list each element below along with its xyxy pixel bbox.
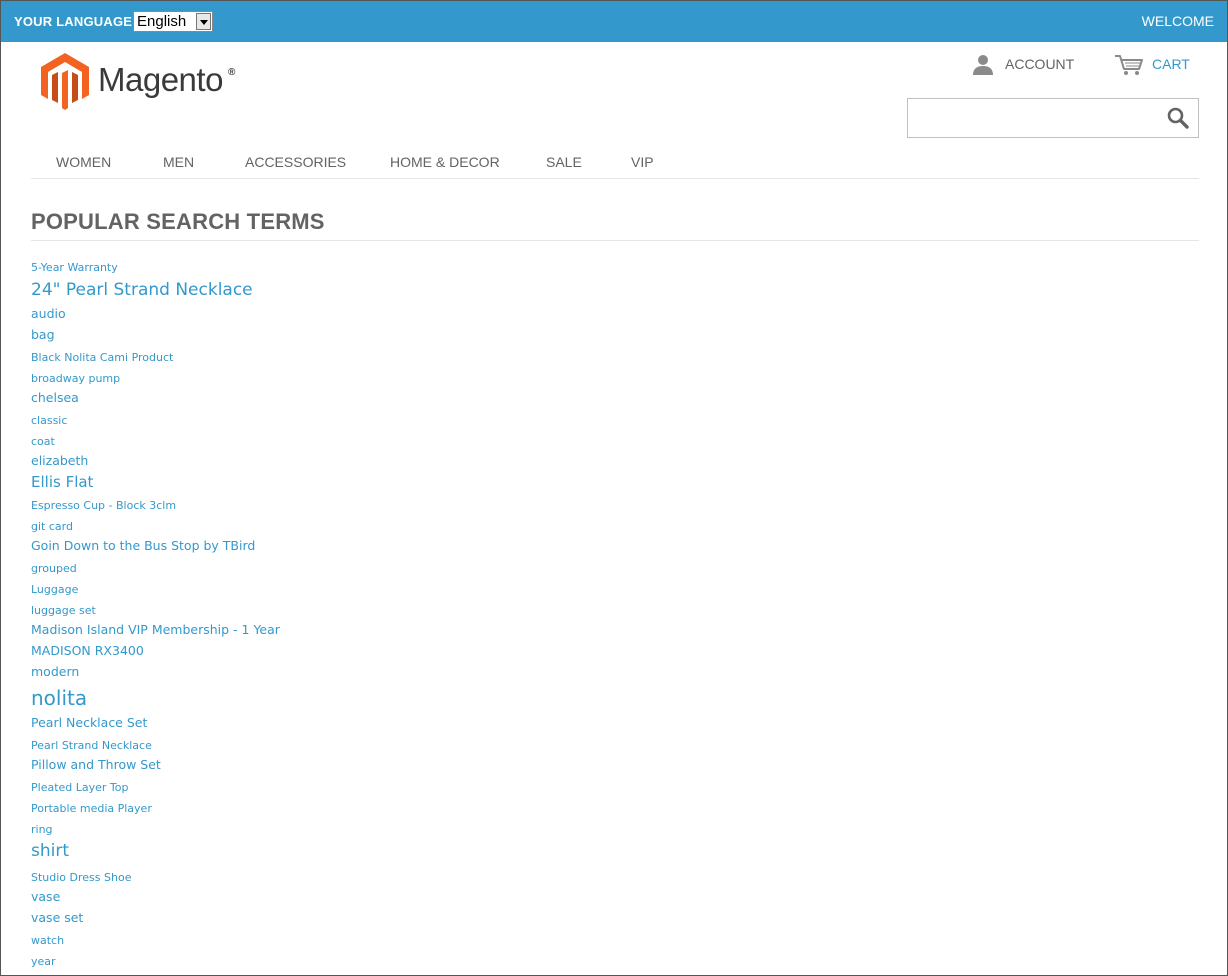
search-term-link[interactable]: git card — [31, 521, 73, 532]
search-magnifier-icon[interactable] — [1166, 106, 1190, 130]
search-term-link[interactable]: shirt — [31, 843, 69, 860]
search-term-link[interactable]: broadway pump — [31, 373, 120, 384]
search-term-link[interactable]: elizabeth — [31, 454, 88, 468]
page-frame: YOUR LANGUAGE: English WELCOME Magento ®… — [0, 0, 1228, 976]
search-box — [907, 98, 1199, 138]
search-term-link[interactable]: vase — [31, 890, 60, 904]
search-term-link[interactable]: classic — [31, 415, 67, 426]
search-term-link[interactable]: Pearl Necklace Set — [31, 716, 147, 730]
search-input[interactable] — [914, 108, 1154, 128]
search-term-link[interactable]: Madison Island VIP Membership - 1 Year — [31, 623, 280, 637]
search-term-link[interactable]: Ellis Flat — [31, 475, 93, 490]
search-term-link[interactable]: vase set — [31, 911, 83, 925]
search-term-link[interactable]: audio — [31, 307, 66, 321]
cart-icon — [1115, 55, 1143, 75]
search-term-link[interactable]: bag — [31, 328, 55, 342]
search-term-link[interactable]: grouped — [31, 563, 77, 574]
search-term-link[interactable]: Pillow and Throw Set — [31, 758, 161, 772]
search-term-link[interactable]: luggage set — [31, 605, 96, 616]
account-person-icon — [973, 55, 993, 75]
search-term-link[interactable]: 5-Year Warranty — [31, 262, 118, 273]
search-term-link[interactable]: Pleated Layer Top — [31, 782, 129, 793]
search-term-link[interactable]: 24" Pearl Strand Necklace — [31, 282, 253, 299]
search-term-link[interactable]: Portable media Player — [31, 803, 152, 814]
search-term-link[interactable]: modern — [31, 665, 79, 679]
cart-label: CART — [1152, 56, 1190, 72]
search-term-link[interactable]: Espresso Cup - Block 3clm — [31, 500, 176, 511]
welcome-message: WELCOME — [1141, 13, 1214, 29]
account-label: ACCOUNT — [1005, 56, 1075, 72]
search-term-link[interactable]: Pearl Strand Necklace — [31, 740, 152, 751]
search-term-link[interactable]: Studio Dress Shoe — [31, 872, 131, 883]
search-term-link[interactable]: MADISON RX3400 — [31, 644, 144, 658]
search-term-link[interactable]: Goin Down to the Bus Stop by TBird — [31, 539, 255, 553]
search-term-link[interactable]: Luggage — [31, 584, 78, 595]
search-term-link[interactable]: watch — [31, 935, 64, 946]
search-term-link[interactable]: Black Nolita Cami Product — [31, 352, 173, 363]
search-term-link[interactable]: year — [31, 956, 56, 967]
search-term-link[interactable]: nolita — [31, 688, 87, 708]
search-term-link[interactable]: ring — [31, 824, 53, 835]
search-term-link[interactable]: chelsea — [31, 391, 79, 405]
search-term-link[interactable]: coat — [31, 436, 55, 447]
nav-item-vip[interactable]: VIP — [631, 154, 654, 170]
search-terms-list: 5-Year Warranty 24" Pearl Strand Necklac… — [31, 1, 631, 975]
